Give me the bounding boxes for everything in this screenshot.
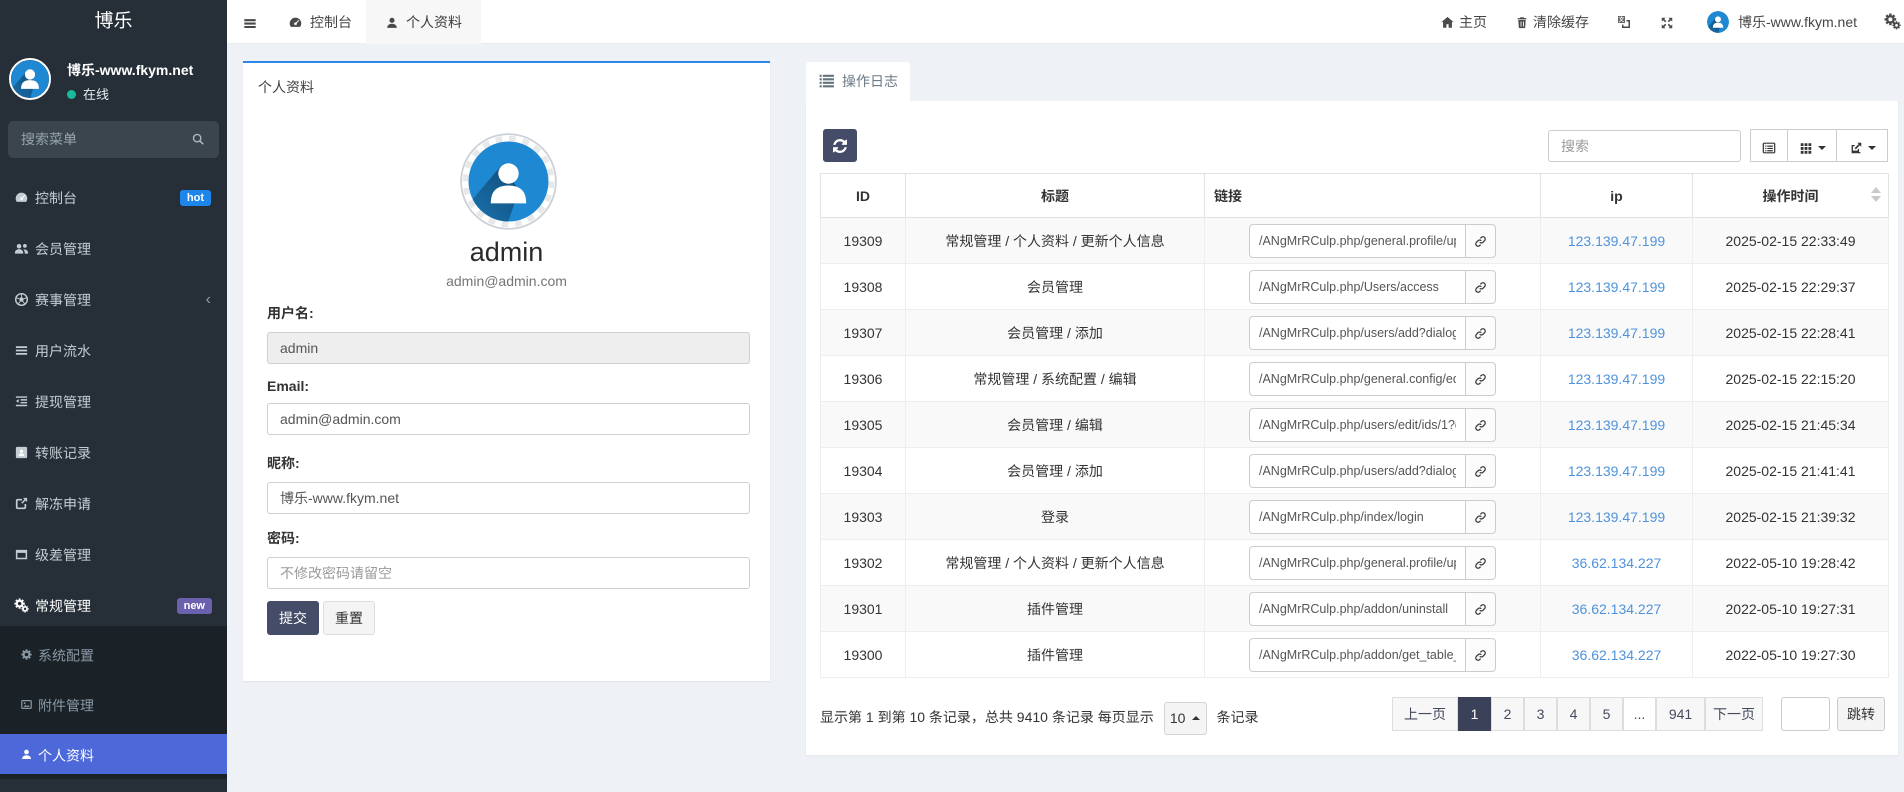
svg-text:文: 文 <box>1619 16 1625 24</box>
svg-text:A: A <box>1625 23 1629 29</box>
